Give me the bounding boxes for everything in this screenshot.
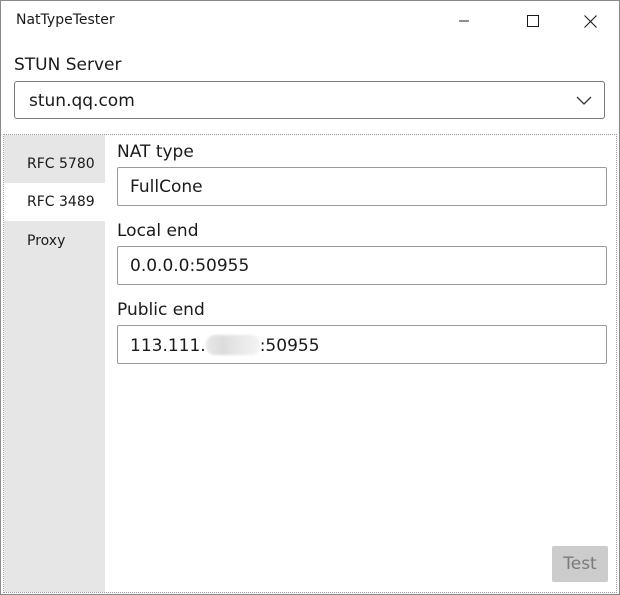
local-end-field[interactable]: 0.0.0.0:50955 [117,246,607,285]
maximize-icon [527,15,539,27]
public-end-suffix: :50955 [259,336,320,356]
stun-server-value[interactable]: stun.qq.com [29,91,135,111]
nat-type-field[interactable]: FullCone [117,167,607,206]
redacted-blur [205,335,260,355]
app-window: NatTypeTester STUN Server stun.qq.com RF… [0,0,620,595]
tab-proxy[interactable]: Proxy [4,222,105,260]
nat-type-value: FullCone [130,177,203,197]
tab-rfc-3489[interactable]: RFC 3489 [4,183,105,221]
public-end-label: Public end [117,300,205,320]
tab-strip: RFC 5780 RFC 3489 Proxy [4,135,105,592]
close-icon [583,14,597,28]
test-button[interactable]: Test [552,546,608,582]
public-end-value: 113.111. :50955 [130,335,320,356]
tab-rfc-5780[interactable]: RFC 5780 [4,145,105,183]
nat-type-label: NAT type [117,142,194,162]
stun-server-combobox[interactable]: stun.qq.com [14,81,605,119]
minimize-icon [459,20,469,22]
title-bar[interactable]: NatTypeTester [1,1,619,41]
chevron-down-icon[interactable] [576,94,592,106]
maximize-button[interactable] [510,1,556,41]
local-end-label: Local end [117,221,199,241]
window-title: NatTypeTester [16,12,115,28]
close-button[interactable] [567,1,613,41]
public-end-prefix: 113.111. [130,336,206,356]
public-end-field[interactable]: 113.111. :50955 [117,325,607,364]
minimize-button[interactable] [441,1,487,41]
local-end-value: 0.0.0.0:50955 [130,256,250,276]
stun-server-label: STUN Server [14,55,122,75]
